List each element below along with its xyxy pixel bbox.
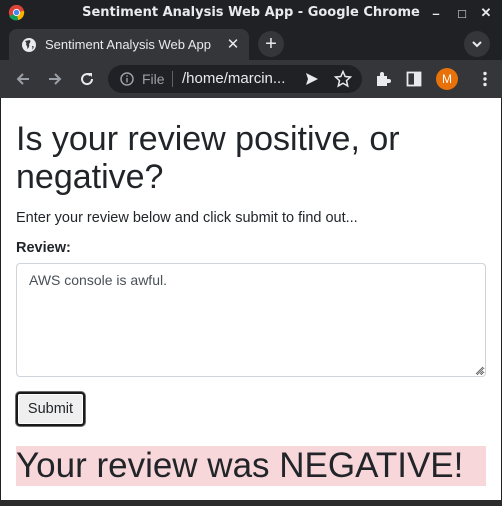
tab-strip: Sentiment Analysis Web App ✕ [0,26,502,60]
minimize-button[interactable]: – [426,3,446,23]
window-close-button[interactable]: ✕ [476,3,496,23]
result-banner: Your review was NEGATIVE! [16,446,486,486]
intro-text: Enter your review below and click submit… [16,210,358,226]
info-icon[interactable] [120,72,134,86]
resize-grip-icon[interactable] [474,365,484,375]
globe-icon [22,38,36,52]
omnibox-divider [172,71,173,87]
review-label: Review: [16,240,71,256]
browser-toolbar: File /home/marcin... [0,60,502,98]
tab-search-button[interactable] [464,31,490,57]
forward-button[interactable] [44,68,66,90]
share-icon[interactable] [304,71,320,87]
reload-icon [81,73,94,86]
tab-close-button[interactable]: ✕ [225,36,241,53]
tab-sentiment-app[interactable]: Sentiment Analysis Web App ✕ [9,29,249,60]
side-panel-icon[interactable] [406,71,422,87]
web-page: Is your review positive, or negative? En… [1,98,501,500]
maximize-button[interactable]: □ [452,3,472,23]
window-titlebar: Sentiment Analysis Web App - Google Chro… [0,0,502,26]
back-arrow-icon [16,73,29,85]
review-textarea[interactable]: AWS console is awful. [16,263,486,377]
page-title: Is your review positive, or negative? [16,120,400,196]
scheme-label: File [142,71,165,87]
puzzle-icon[interactable] [374,70,392,88]
submit-button[interactable]: Submit [16,392,85,426]
profile-avatar[interactable]: M [436,68,458,90]
kebab-menu-icon[interactable] [476,70,494,88]
back-button[interactable] [12,68,34,90]
tab-title: Sentiment Analysis Web App [45,37,211,52]
forward-arrow-icon [49,73,62,85]
address-bar[interactable]: File /home/marcin... [108,65,362,93]
url-text[interactable]: /home/marcin... [182,70,292,87]
window-bottom-border [0,500,502,506]
new-tab-button[interactable]: + [258,31,284,57]
reload-button[interactable] [76,68,98,90]
star-icon[interactable] [334,70,352,88]
chevron-down-icon [472,41,482,48]
